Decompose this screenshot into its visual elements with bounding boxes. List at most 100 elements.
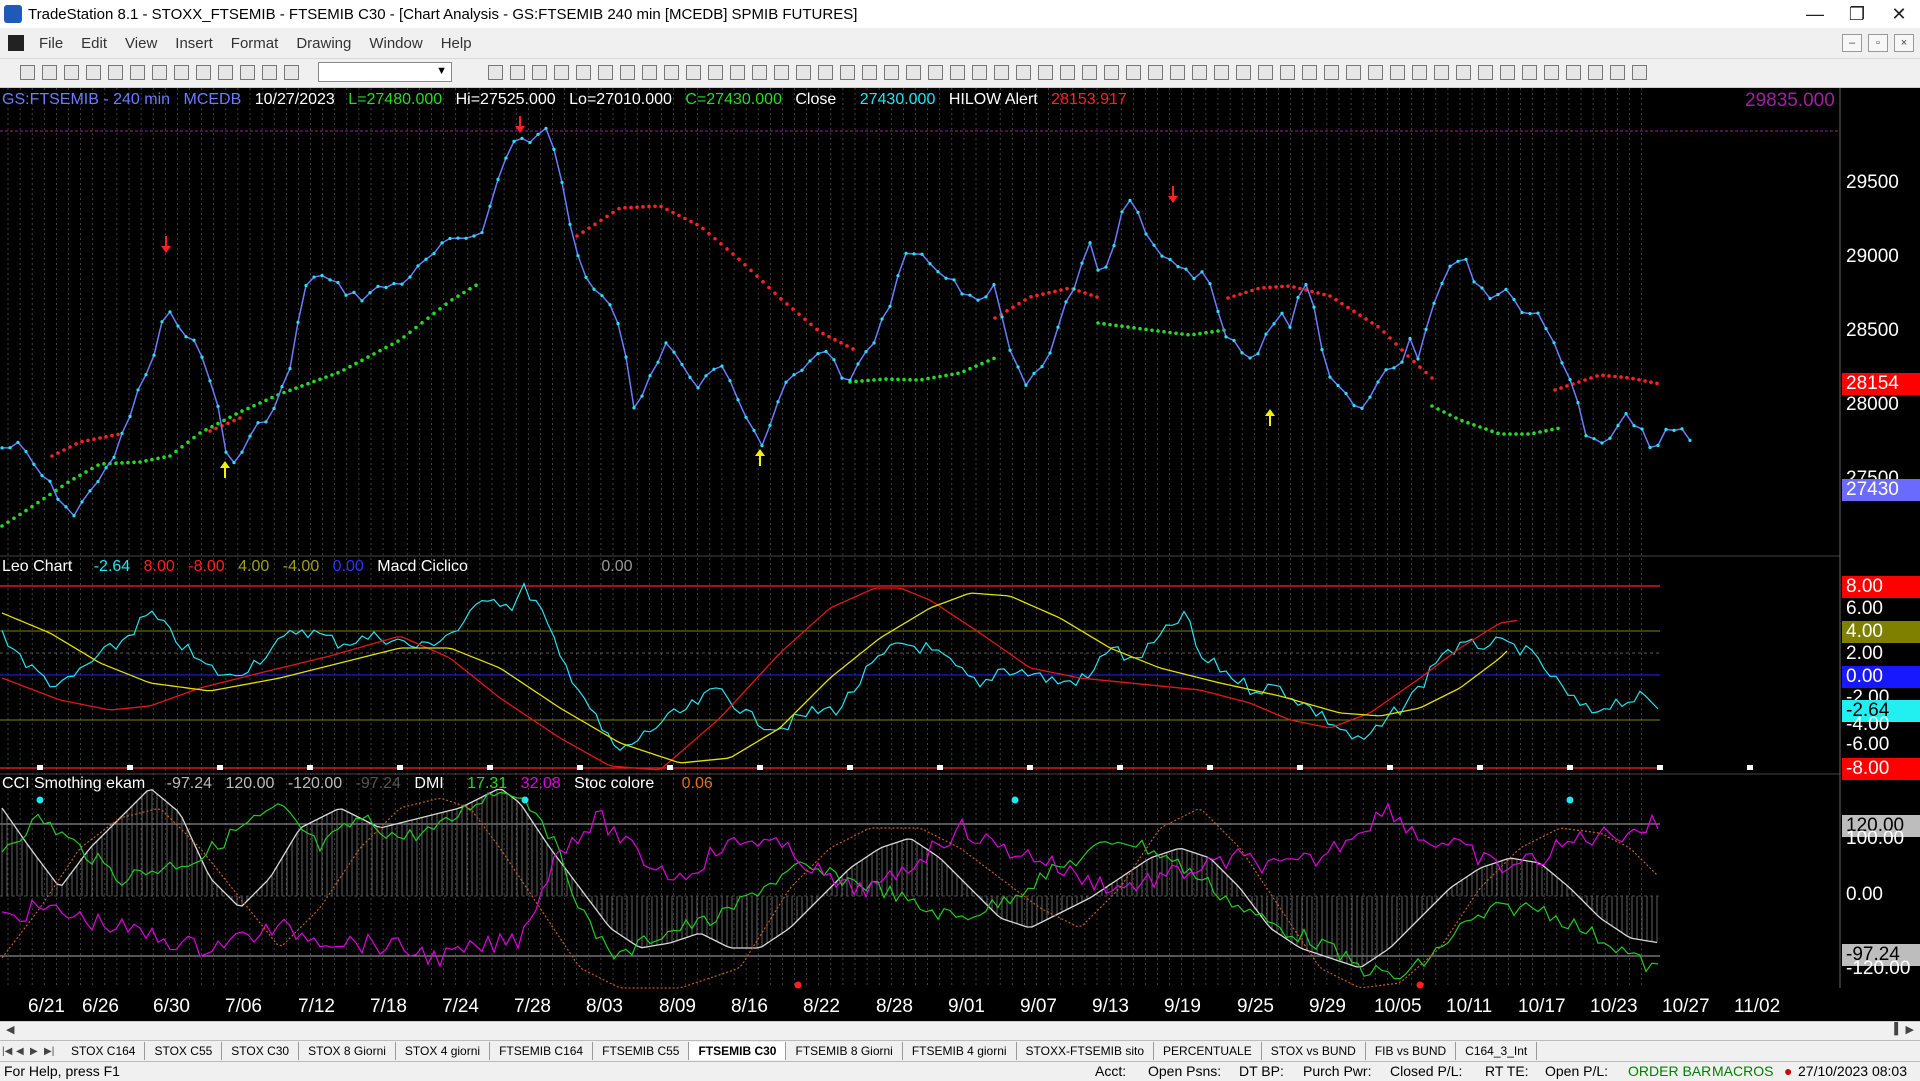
tab-stox-8-giorni[interactable]: STOX 8 Giorni: [299, 1042, 396, 1060]
tab-last-icon[interactable]: ▶|: [44, 1046, 58, 1057]
mdi-minimize-button[interactable]: –: [1842, 34, 1862, 52]
toolbar-tool-icon[interactable]: [1368, 65, 1383, 80]
chart-horizontal-scrollbar[interactable]: ◀ ▐ ▶: [0, 1021, 1920, 1040]
toolbar-tool-icon[interactable]: [1038, 65, 1053, 80]
toolbar-tool-icon[interactable]: [884, 65, 899, 80]
tab-ftsemib-c55[interactable]: FTSEMIB C55: [593, 1042, 690, 1060]
toolbar-tool-icon[interactable]: [1632, 65, 1647, 80]
minimize-button[interactable]: —: [1794, 0, 1836, 28]
tab-percentuale[interactable]: PERCENTUALE: [1154, 1042, 1262, 1060]
tab-stox-c30[interactable]: STOX C30: [222, 1042, 300, 1060]
toolbar-tool-icon[interactable]: [1500, 65, 1515, 80]
tab-fib-vs-bund[interactable]: FIB vs BUND: [1366, 1042, 1457, 1060]
menu-help[interactable]: Help: [432, 35, 481, 52]
toolbar-tool-icon[interactable]: [576, 65, 591, 80]
toolbar-tool-icon[interactable]: [1522, 65, 1537, 80]
toolbar-tool-icon[interactable]: [1412, 65, 1427, 80]
toolbar-tool-icon[interactable]: [664, 65, 679, 80]
toolbar-tool-icon[interactable]: [950, 65, 965, 80]
toolbar-tool-icon[interactable]: [1060, 65, 1075, 80]
toolbar-tool-icon[interactable]: [64, 65, 79, 80]
toolbar-tool-icon[interactable]: [928, 65, 943, 80]
toolbar-tool-icon[interactable]: [488, 65, 503, 80]
tab-ftsemib-c164[interactable]: FTSEMIB C164: [490, 1042, 594, 1060]
toolbar-tool-icon[interactable]: [196, 65, 211, 80]
scroll-thumb[interactable]: ▐: [1890, 1023, 1898, 1035]
toolbar-tool-icon[interactable]: [1588, 65, 1603, 80]
toolbar-tool-icon[interactable]: [620, 65, 635, 80]
toolbar-tool-icon[interactable]: [1236, 65, 1251, 80]
chart-area[interactable]: GS:FTSEMIB - 240 min MCEDB 10/27/2023 L=…: [0, 88, 1920, 1025]
toolbar-tool-icon[interactable]: [1192, 65, 1207, 80]
toolbar-tool-icon[interactable]: [1214, 65, 1229, 80]
symbol-dropdown[interactable]: ▼: [318, 62, 452, 82]
toolbar-tool-icon[interactable]: [1170, 65, 1185, 80]
menu-drawing[interactable]: Drawing: [287, 35, 360, 52]
tab-ftsemib-c30[interactable]: FTSEMIB C30: [689, 1042, 787, 1060]
scroll-right-icon[interactable]: ▶: [1906, 1023, 1914, 1036]
tab-prev-icon[interactable]: ◀: [16, 1046, 30, 1057]
tab-c164-3-int[interactable]: C164_3_Int: [1456, 1042, 1538, 1060]
toolbar-tool-icon[interactable]: [1126, 65, 1141, 80]
toolbar-tool-icon[interactable]: [174, 65, 189, 80]
toolbar-tool-icon[interactable]: [642, 65, 657, 80]
toolbar-tool-icon[interactable]: [218, 65, 233, 80]
toolbar-tool-icon[interactable]: [1104, 65, 1119, 80]
toolbar-tool-icon[interactable]: [818, 65, 833, 80]
chart-canvas[interactable]: [0, 88, 1920, 1025]
toolbar-tool-icon[interactable]: [1258, 65, 1273, 80]
toolbar-tool-icon[interactable]: [994, 65, 1009, 80]
toolbar-tool-icon[interactable]: [152, 65, 167, 80]
tab-first-icon[interactable]: |◀: [2, 1046, 16, 1057]
toolbar-tool-icon[interactable]: [752, 65, 767, 80]
toolbar-tool-icon[interactable]: [532, 65, 547, 80]
toolbar-tool-icon[interactable]: [1478, 65, 1493, 80]
menu-window[interactable]: Window: [360, 35, 431, 52]
toolbar-tool-icon[interactable]: [686, 65, 701, 80]
toolbar-tool-icon[interactable]: [1456, 65, 1471, 80]
toolbar-tool-icon[interactable]: [1566, 65, 1581, 80]
scroll-left-icon[interactable]: ◀: [6, 1023, 14, 1036]
toolbar-tool-icon[interactable]: [972, 65, 987, 80]
toolbar-tool-icon[interactable]: [1082, 65, 1097, 80]
toolbar-tool-icon[interactable]: [796, 65, 811, 80]
toolbar-tool-icon[interactable]: [554, 65, 569, 80]
mdi-restore-button[interactable]: ▫: [1868, 34, 1888, 52]
tab-stox-vs-bund[interactable]: STOX vs BUND: [1262, 1042, 1366, 1060]
macros-indicator[interactable]: MACROS: [1712, 1063, 1773, 1079]
toolbar-tool-icon[interactable]: [840, 65, 855, 80]
toolbar-tool-icon[interactable]: [262, 65, 277, 80]
toolbar-tool-icon[interactable]: [1434, 65, 1449, 80]
tab-ftsemib-8-giorni[interactable]: FTSEMIB 8 Giorni: [786, 1042, 903, 1060]
toolbar-tool-icon[interactable]: [42, 65, 57, 80]
menu-format[interactable]: Format: [222, 35, 288, 52]
toolbar-tool-icon[interactable]: [130, 65, 145, 80]
toolbar-tool-icon[interactable]: [598, 65, 613, 80]
toolbar-tool-icon[interactable]: [510, 65, 525, 80]
toolbar-tool-icon[interactable]: [240, 65, 255, 80]
tab-next-icon[interactable]: ▶: [30, 1046, 44, 1057]
close-button[interactable]: ✕: [1878, 0, 1920, 28]
toolbar-tool-icon[interactable]: [284, 65, 299, 80]
toolbar-tool-icon[interactable]: [1324, 65, 1339, 80]
toolbar-tool-icon[interactable]: [1346, 65, 1361, 80]
menu-insert[interactable]: Insert: [166, 35, 222, 52]
mdi-close-button[interactable]: ×: [1894, 34, 1914, 52]
toolbar-tool-icon[interactable]: [1148, 65, 1163, 80]
menu-view[interactable]: View: [116, 35, 166, 52]
toolbar-tool-icon[interactable]: [1544, 65, 1559, 80]
toolbar-tool-icon[interactable]: [86, 65, 101, 80]
tab-ftsemib-4-giorni[interactable]: FTSEMIB 4 giorni: [903, 1042, 1017, 1060]
toolbar-tool-icon[interactable]: [708, 65, 723, 80]
toolbar-tool-icon[interactable]: [730, 65, 745, 80]
maximize-button[interactable]: ❐: [1836, 0, 1878, 28]
menu-file[interactable]: File: [30, 35, 72, 52]
toolbar-tool-icon[interactable]: [774, 65, 789, 80]
toolbar-tool-icon[interactable]: [1280, 65, 1295, 80]
tab-stox-c164[interactable]: STOX C164: [62, 1042, 146, 1060]
toolbar-tool-icon[interactable]: [862, 65, 877, 80]
toolbar-tool-icon[interactable]: [1016, 65, 1031, 80]
toolbar-tool-icon[interactable]: [1610, 65, 1625, 80]
menu-edit[interactable]: Edit: [72, 35, 116, 52]
toolbar-tool-icon[interactable]: [20, 65, 35, 80]
